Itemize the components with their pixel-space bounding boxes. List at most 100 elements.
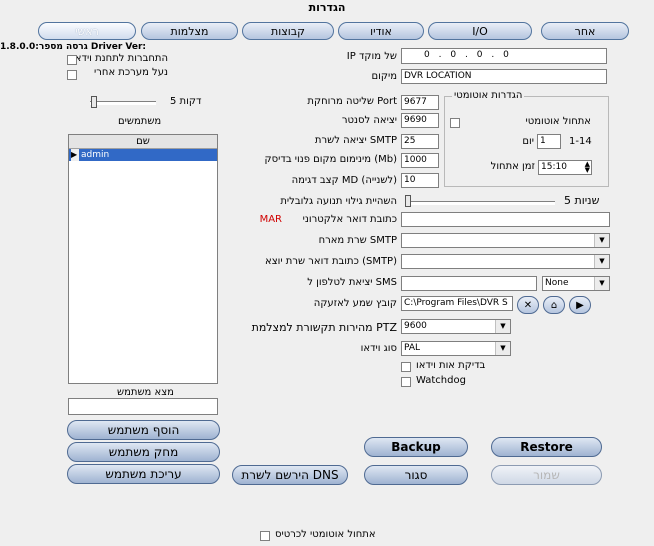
list-item[interactable]: ▶ admin [69, 149, 217, 161]
user-name: admin [81, 150, 110, 160]
tab-cameras[interactable]: מצלמות [141, 22, 238, 40]
tab-groups[interactable]: קבוצות [242, 22, 334, 40]
find-user-label: מצא משתמש [117, 387, 174, 398]
lock-minutes-slider[interactable] [91, 96, 97, 108]
tab-main[interactable]: ראשי [38, 22, 136, 40]
remote-port-input[interactable]: 9677 [401, 95, 439, 110]
sms-mode-value: None [545, 278, 569, 288]
ip-input[interactable]: 0 . 0 . 0 . 0 [401, 48, 607, 64]
video-type-select[interactable]: PAL ▼ [401, 341, 511, 356]
spin-arrows-icon[interactable]: ▲ ▼ [585, 161, 590, 174]
ip-dot: . [438, 50, 442, 60]
find-user-input[interactable] [68, 398, 218, 415]
sms-label: יציאת לטלפון ל SMS [307, 277, 397, 288]
restore-button[interactable]: Restore [491, 437, 602, 457]
smtp-out-label: יציאה לשרת SMTP [314, 135, 397, 146]
auto-settings-title: הגדרות אוטומטי [452, 90, 525, 101]
motion-hold-track [405, 201, 555, 205]
users-title: משתמשים [118, 116, 162, 127]
video-check-label: בדיקת אות וידאו [416, 360, 486, 371]
add-user-button[interactable]: הוסף משתמש [67, 420, 220, 440]
md-rate-input[interactable]: 10 [401, 173, 439, 188]
motion-hold-label: השהיית גילוי תנועה גלובלית [280, 196, 397, 207]
video-priority-checkbox[interactable] [67, 55, 77, 65]
auto-restart-label: אתחול אוטומטי [525, 116, 591, 127]
delete-user-button[interactable]: מחק משתמש [67, 442, 220, 462]
min-disk-label: מינימום מקום פנוי בדיסק (Mb) [264, 154, 397, 165]
dns-register-button[interactable]: הירשם לשרת DNS [232, 465, 348, 485]
ptz-label: מהירות תקשורת למצלמת PTZ [251, 321, 397, 334]
edit-user-button[interactable]: עריכת משתמש [67, 464, 220, 484]
restart-time-label: זמן אתחול [490, 161, 535, 172]
video-check-checkbox[interactable] [401, 362, 411, 372]
lock-minutes-value: דקות 5 [170, 96, 202, 107]
chevron-down-icon[interactable]: ▼ [495, 320, 510, 333]
chevron-down-icon[interactable]: ▼ [594, 255, 609, 268]
chevron-down-icon[interactable]: ▼ [495, 342, 510, 355]
lock-system-checkbox[interactable] [67, 70, 77, 80]
startup-label: אתחול אוטומטי לכרטיס [275, 529, 376, 540]
ip-octet-1: 0 [424, 50, 430, 60]
play-icon[interactable]: ▶ [569, 296, 591, 314]
video-type-label: סוג וידאו [360, 343, 397, 354]
window-title: הגדרות [308, 1, 346, 14]
restart-time-value: 15:10 [541, 162, 567, 172]
users-column-header: שם [69, 135, 217, 149]
ip-dot: . [464, 50, 468, 60]
motion-hold-slider[interactable] [405, 195, 411, 207]
sensor-out-input[interactable]: 9690 [401, 113, 439, 128]
driver-version: 1.8.0.0:גרסה מספר Driver Ver: [0, 42, 147, 52]
smtp-host-select[interactable]: ▼ [401, 233, 610, 248]
chevron-down-icon[interactable]: ▼ [594, 277, 609, 290]
chevron-down-icon[interactable]: ▼ [594, 234, 609, 247]
ip-dot: . [491, 50, 495, 60]
location-label: מיקום [371, 71, 397, 82]
ptz-speed-value: 9600 [404, 321, 427, 331]
day-range: 1-14 [569, 136, 592, 147]
lock-minutes-track [90, 101, 156, 105]
sensor-out-label: יציאה לסנטר [341, 115, 397, 126]
location-input[interactable]: DVR LOCATION [401, 69, 607, 84]
remote-port-label: שליטה מרוחקת Port [307, 96, 397, 107]
auto-restart-checkbox[interactable] [450, 118, 460, 128]
ip-label: IP של מוקד [346, 51, 397, 62]
smtp-host-label: שרת מארח SMTP [318, 235, 397, 246]
smtp-sender-label: כתובת דואר שרת יוצא (SMTP) [265, 256, 397, 267]
watchdog-label: Watchdog [416, 375, 466, 386]
video-priority-label: התחברות לתחנת וידאו [72, 53, 168, 64]
sms-input[interactable] [401, 276, 537, 291]
row-pointer-icon: ▶ [71, 149, 79, 161]
email-input[interactable] [401, 212, 610, 227]
watchdog-checkbox[interactable] [401, 377, 411, 387]
save-button[interactable]: שמור [491, 465, 602, 485]
day-input[interactable]: 1 [537, 134, 561, 149]
video-type-value: PAL [404, 343, 421, 353]
close-button[interactable]: סגור [364, 465, 468, 485]
smtp-out-input[interactable]: 25 [401, 134, 439, 149]
tab-audio[interactable]: אודיו [338, 22, 424, 40]
min-disk-input[interactable]: 1000 [401, 153, 439, 168]
settings-window: הגדרות אחר I/O אודיו קבוצות מצלמות ראשי … [0, 0, 654, 546]
ip-octet-2: 0 [450, 50, 457, 60]
md-rate-label: קצב דגימה MD (לשנייה) [291, 175, 397, 186]
day-label: יום [522, 136, 534, 147]
sms-mode-select[interactable]: None ▼ [542, 276, 610, 291]
startup-checkbox[interactable] [260, 531, 270, 541]
motion-hold-value: שניות 5 [564, 194, 600, 207]
alarm-file-input[interactable]: C:\Program Files\DVR S [401, 296, 513, 311]
ip-octet-4: 0 [503, 50, 509, 60]
smtp-sender-select[interactable]: ▼ [401, 254, 610, 269]
alarm-file-label: קובץ שמע לאזעקה [313, 298, 397, 309]
users-list[interactable]: שם ▶ admin [68, 134, 218, 384]
ptz-speed-select[interactable]: 9600 ▼ [401, 319, 511, 334]
ip-octet-3: 0 [476, 50, 483, 60]
email-prefix: MAR [259, 214, 282, 225]
lock-system-label: נעל מערכת אחרי [94, 67, 168, 78]
clear-icon[interactable]: ✕ [517, 296, 539, 314]
restart-time-input[interactable]: 15:10 ▲ ▼ [538, 160, 592, 175]
folder-icon[interactable]: ⌂ [543, 296, 565, 314]
email-label: כתובת דואר אלקטרוני [302, 214, 397, 225]
tab-other[interactable]: אחר [541, 22, 629, 40]
backup-button[interactable]: Backup [364, 437, 468, 457]
tab-io[interactable]: I/O [428, 22, 532, 40]
